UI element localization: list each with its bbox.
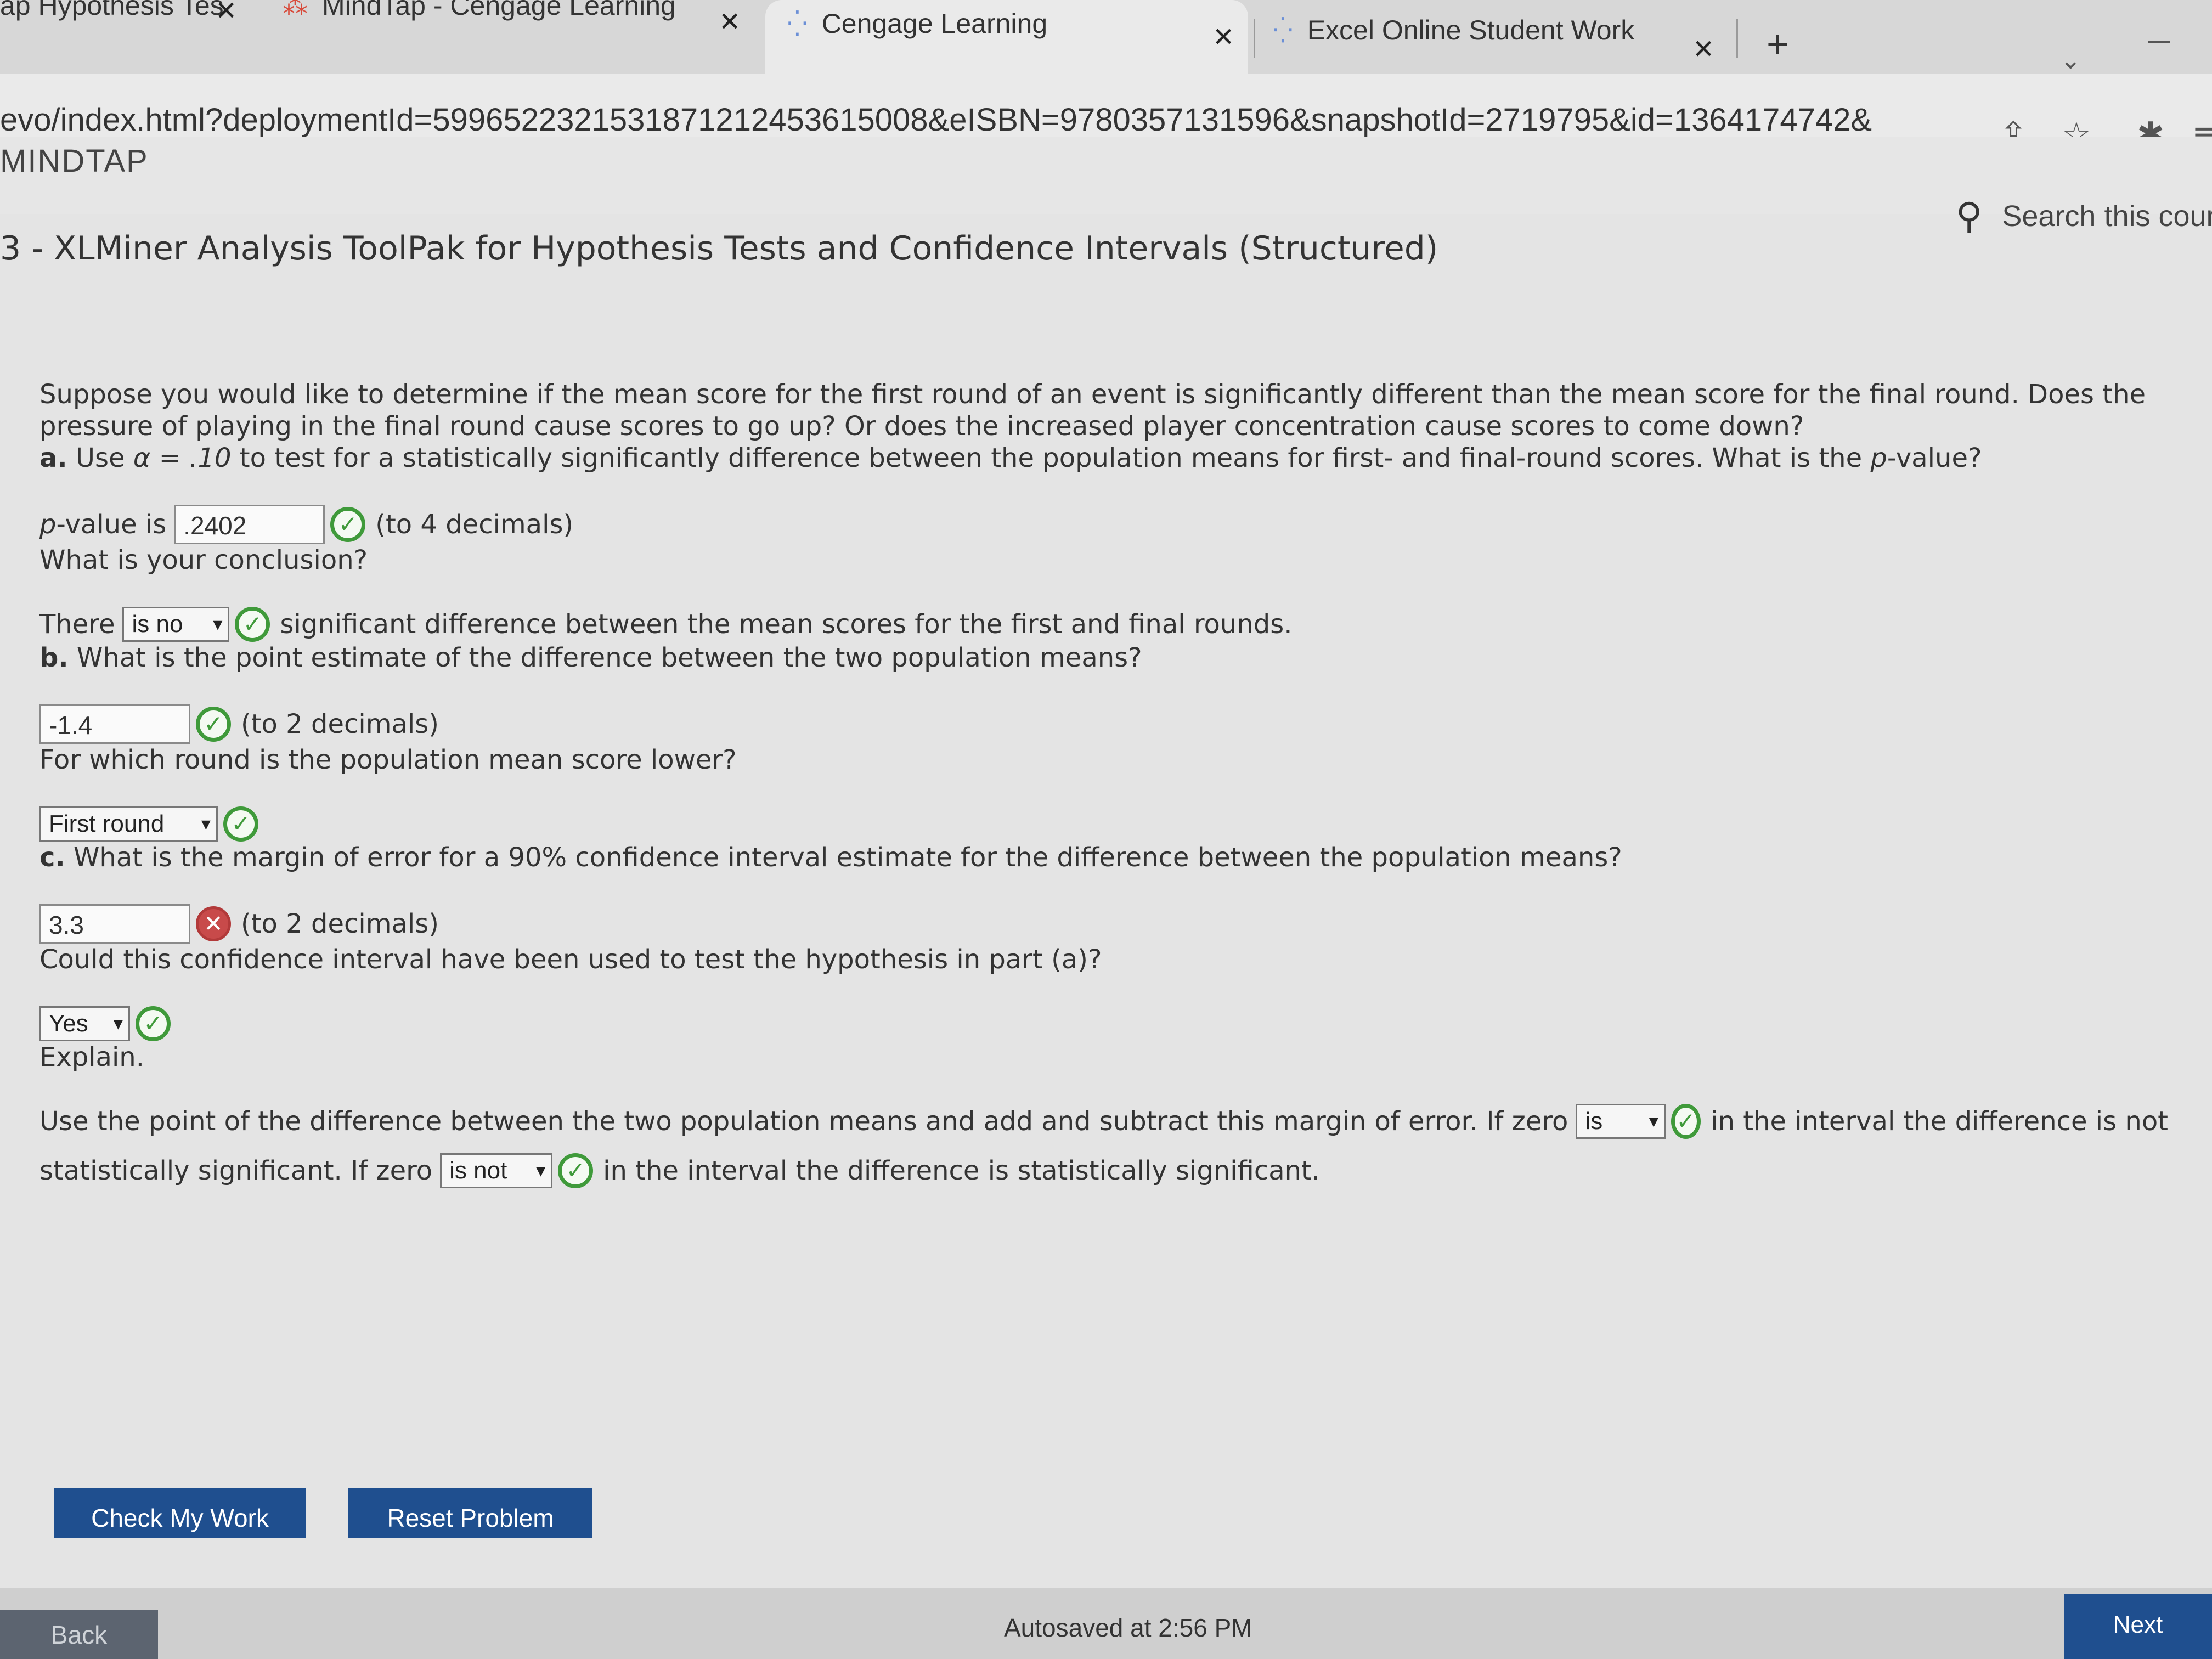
lower-round-question: For which round is the population mean s… bbox=[40, 744, 737, 775]
tab-cengage-learning[interactable]: ⁛ Cengage Learning ✕ bbox=[765, 0, 1248, 74]
part-a-text: -value? bbox=[1887, 443, 1982, 473]
assignment-title: 3 - XLMiner Analysis ToolPak for Hypothe… bbox=[0, 229, 1438, 268]
footer-bar: Back Autosaved at 2:56 PM Next bbox=[0, 1588, 2212, 1659]
ci-used-question: Could this confidence interval have been… bbox=[40, 944, 1102, 975]
new-tab-button[interactable]: + bbox=[1767, 22, 1789, 66]
zero-not-in-interval-selected: is not bbox=[449, 1157, 507, 1184]
tab-separator bbox=[1736, 19, 1738, 58]
part-a-text: to test for a statistically significantl… bbox=[231, 443, 1871, 473]
conclusion-text: significant difference between the mean … bbox=[280, 609, 1293, 640]
explain-line-2: statistically significant. If zero is no… bbox=[40, 1153, 2168, 1188]
browser-tab-bar: ap Hypothesis Tes ✕ ⁂ MindTap - Cengage … bbox=[0, 0, 2212, 75]
url-field[interactable]: evo/index.html?deploymentId=599652232153… bbox=[0, 101, 1872, 138]
explain-text: in the interval the difference is not bbox=[1711, 1106, 2168, 1137]
ci-used-row: Yes ▾ ✓ bbox=[40, 1006, 2168, 1041]
conclusion-selected: is no bbox=[132, 611, 183, 637]
back-button[interactable]: Back bbox=[0, 1610, 158, 1659]
part-a-label: a. bbox=[40, 443, 67, 473]
search-label: Search this cours bbox=[2002, 199, 2212, 233]
correct-check-icon: ✓ bbox=[136, 1006, 171, 1041]
decimals-hint: (to 2 decimals) bbox=[241, 709, 439, 740]
lower-round-selected: First round bbox=[49, 810, 165, 837]
close-tab-icon[interactable]: ✕ bbox=[719, 7, 741, 37]
explain-text: statistically significant. If zero bbox=[40, 1155, 433, 1186]
correct-check-icon: ✓ bbox=[1671, 1104, 1701, 1139]
zero-not-in-interval-dropdown[interactable]: is not ▾ bbox=[440, 1153, 553, 1188]
part-c-text: What is the margin of error for a 90% co… bbox=[73, 842, 1622, 873]
close-tab-icon[interactable]: ✕ bbox=[1212, 22, 1234, 53]
p-symbol: p bbox=[1870, 443, 1887, 473]
tab-title: Cengage Learning bbox=[821, 8, 1048, 39]
tab-list-chevron-icon[interactable]: ⌄ bbox=[2060, 45, 2081, 75]
alpha-symbol: α = .10 bbox=[133, 443, 232, 473]
chevron-down-icon: ▾ bbox=[213, 614, 223, 635]
there-label: There bbox=[40, 609, 115, 640]
part-b-label: b. bbox=[40, 642, 69, 673]
close-tab-icon[interactable]: ✕ bbox=[215, 0, 237, 26]
decimals-hint: (to 4 decimals) bbox=[375, 509, 574, 540]
lower-round-row: First round ▾ ✓ bbox=[40, 806, 2168, 842]
explain-text: Use the point of the difference between … bbox=[40, 1106, 1568, 1137]
autosave-status: Autosaved at 2:56 PM bbox=[1004, 1613, 1252, 1642]
part-a-prompt: a. Use α = .10 to test for a statistical… bbox=[40, 442, 2168, 474]
question-content: Suppose you would like to determine if t… bbox=[40, 379, 2168, 1188]
margin-of-error-input[interactable]: 3.3 bbox=[40, 904, 190, 944]
chevron-down-icon: ▾ bbox=[536, 1160, 546, 1181]
tab-excel-online[interactable]: ⁛ Excel Online Student Work ✕ bbox=[1273, 0, 1734, 74]
cengage-logo-icon: ⁂ bbox=[283, 0, 308, 20]
course-search[interactable]: ⚲ Search this cours bbox=[1956, 195, 2212, 237]
tab-separator bbox=[1254, 19, 1255, 58]
part-a-text: Use bbox=[75, 443, 133, 473]
correct-check-icon: ✓ bbox=[558, 1153, 594, 1188]
ci-used-dropdown[interactable]: Yes ▾ bbox=[40, 1006, 130, 1041]
app-header: MINDTAP ⚲ Search this cours bbox=[0, 137, 2212, 236]
check-my-work-button[interactable]: Check My Work bbox=[54, 1488, 306, 1538]
search-icon: ⚲ bbox=[1956, 195, 1983, 236]
conclusion-question: What is your conclusion? bbox=[40, 545, 368, 575]
explain-line-1: Use the point of the difference between … bbox=[40, 1104, 2168, 1139]
margin-of-error-row: 3.3 ✕ (to 2 decimals) bbox=[40, 904, 2168, 944]
part-c-prompt: c. What is the margin of error for a 90%… bbox=[40, 842, 2168, 873]
chevron-down-icon: ▾ bbox=[113, 1013, 123, 1034]
conclusion-dropdown[interactable]: is no ▾ bbox=[122, 607, 230, 642]
correct-check-icon: ✓ bbox=[223, 806, 258, 842]
correct-check-icon: ✓ bbox=[330, 507, 366, 542]
chevron-down-icon: ▾ bbox=[1649, 1111, 1658, 1132]
ci-used-selected: Yes bbox=[49, 1010, 88, 1037]
tab-title: ap Hypothesis Tes bbox=[0, 0, 224, 21]
chevron-down-icon: ▾ bbox=[201, 814, 211, 834]
explain-text: in the interval the difference is statis… bbox=[603, 1155, 1321, 1186]
correct-check-icon: ✓ bbox=[235, 607, 270, 642]
incorrect-x-icon: ✕ bbox=[196, 906, 231, 941]
loading-icon: ⁛ bbox=[1273, 16, 1293, 44]
p-symbol: p bbox=[40, 509, 57, 540]
point-estimate-input[interactable]: -1.4 bbox=[40, 704, 190, 744]
pvalue-label: -value is bbox=[56, 509, 167, 540]
point-estimate-row: -1.4 ✓ (to 2 decimals) bbox=[40, 704, 2168, 744]
pvalue-row: p -value is .2402 ✓ (to 4 decimals) bbox=[40, 505, 2168, 544]
zero-in-interval-selected: is bbox=[1585, 1108, 1603, 1135]
lower-round-dropdown[interactable]: First round ▾ bbox=[40, 806, 218, 842]
pvalue-input[interactable]: .2402 bbox=[174, 505, 325, 544]
correct-check-icon: ✓ bbox=[196, 707, 231, 742]
minimize-icon[interactable] bbox=[2148, 41, 2170, 43]
conclusion-row: There is no ▾ ✓ significant difference b… bbox=[40, 607, 2168, 642]
close-tab-icon[interactable]: ✕ bbox=[1692, 34, 1714, 65]
part-b-prompt: b. What is the point estimate of the dif… bbox=[40, 642, 2168, 674]
zero-in-interval-dropdown[interactable]: is ▾ bbox=[1576, 1104, 1666, 1139]
tab-hypothesis-test[interactable]: ap Hypothesis Tes ✕ bbox=[0, 0, 258, 74]
question-intro: Suppose you would like to determine if t… bbox=[40, 379, 2146, 442]
reset-problem-button[interactable]: Reset Problem bbox=[348, 1488, 592, 1538]
next-button[interactable]: Next bbox=[2064, 1594, 2212, 1659]
tab-title: MindTap - Cengage Learning bbox=[322, 0, 676, 21]
part-c-label: c. bbox=[40, 842, 65, 873]
decimals-hint: (to 2 decimals) bbox=[241, 909, 439, 939]
tab-title: Excel Online Student Work bbox=[1307, 15, 1635, 46]
part-b-text: What is the point estimate of the differ… bbox=[76, 642, 1142, 673]
loading-icon: ⁛ bbox=[787, 9, 808, 38]
tab-mindtap[interactable]: ⁂ MindTap - Cengage Learning ✕ bbox=[283, 0, 754, 74]
explain-label: Explain. bbox=[40, 1042, 144, 1073]
mindtap-logo[interactable]: MINDTAP bbox=[0, 143, 149, 179]
